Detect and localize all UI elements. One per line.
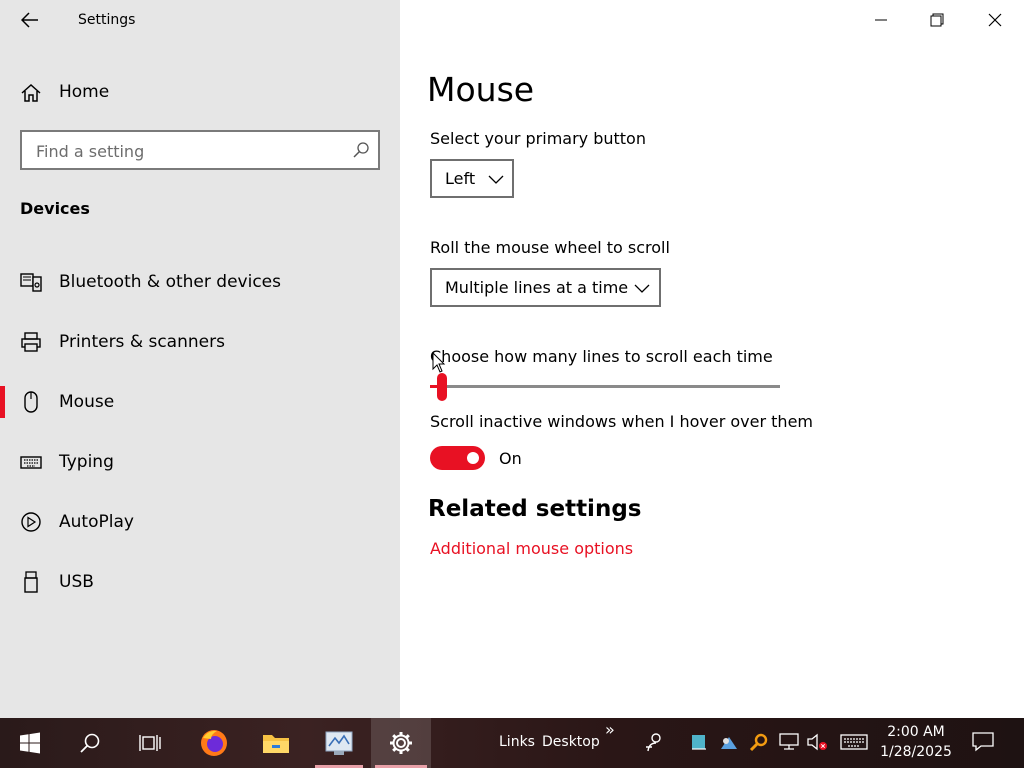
search-input[interactable] [36, 140, 336, 162]
folder-icon [263, 735, 289, 753]
taskbar-firefox[interactable] [186, 718, 242, 768]
lines-slider-label: Choose how many lines to scroll each tim… [430, 347, 773, 366]
sidebar-item-bluetooth[interactable]: Bluetooth & other devices [0, 260, 400, 304]
nav-home-label: Home [59, 82, 110, 102]
app-title: Settings [78, 12, 136, 28]
sidebar-item-autoplay[interactable]: AutoPlay [0, 500, 400, 544]
taskbar-search-button[interactable] [62, 718, 118, 768]
taskbar-settings[interactable] [371, 718, 431, 768]
nav-home[interactable]: Home [0, 72, 400, 112]
primary-button-dropdown[interactable]: Left [430, 159, 514, 198]
inactive-scroll-toggle[interactable] [430, 446, 485, 470]
taskbar-clock[interactable]: 2:00 AM 1/28/2025 [876, 722, 956, 762]
system-app-icon [325, 731, 353, 755]
book-icon [692, 735, 706, 750]
network-icon [779, 733, 799, 750]
firefox-icon [201, 730, 227, 756]
sidebar-item-mouse[interactable]: Mouse [0, 380, 400, 424]
task-view-button[interactable] [122, 718, 178, 768]
chevron-down-icon [634, 284, 650, 293]
wheel-scroll-label: Roll the mouse wheel to scroll [430, 238, 670, 257]
wheel-scroll-value: Multiple lines at a time [445, 278, 629, 297]
start-button[interactable] [2, 718, 58, 768]
autoplay-icon [21, 512, 41, 532]
touch-keyboard-button[interactable] [839, 731, 869, 753]
task-view-icon [139, 735, 161, 751]
minimize-button[interactable] [858, 0, 904, 40]
related-settings-title: Related settings [428, 496, 642, 522]
search-icon [80, 733, 100, 753]
sidebar-item-label: Printers & scanners [59, 332, 225, 352]
windows-logo-icon [20, 732, 40, 754]
chevron-down-icon [488, 175, 504, 184]
additional-mouse-options-link[interactable]: Additional mouse options [430, 539, 633, 558]
mouse-icon [24, 391, 38, 413]
sidebar-item-label: Mouse [59, 392, 115, 412]
toolbar-links[interactable]: Links [499, 734, 535, 750]
page-title: Mouse [427, 70, 535, 109]
search-box[interactable] [20, 130, 380, 170]
close-button[interactable] [972, 0, 1018, 40]
tray-app-3[interactable] [748, 731, 770, 753]
primary-button-label: Select your primary button [430, 129, 646, 148]
people-button[interactable] [643, 731, 665, 753]
notification-icon [972, 732, 994, 752]
toolbar-overflow-chevron[interactable]: » [605, 720, 615, 739]
network-button[interactable] [778, 731, 800, 753]
sidebar-item-label: Typing [59, 452, 114, 472]
minimize-icon [875, 19, 887, 21]
clock-date: 1/28/2025 [880, 744, 952, 760]
primary-button-value: Left [445, 169, 476, 188]
search-icon[interactable] [352, 141, 370, 159]
toggle-knob [467, 452, 479, 464]
printer-icon [21, 332, 41, 352]
back-button[interactable] [14, 6, 46, 34]
usb-icon [24, 571, 38, 593]
tray-app-1[interactable] [688, 731, 710, 753]
restore-button[interactable] [914, 0, 960, 40]
bluetooth-devices-icon [20, 273, 42, 292]
taskbar-file-explorer[interactable] [248, 718, 304, 768]
clock-time: 2:00 AM [887, 724, 945, 740]
settings-sidebar: Settings Home Devices Bluetooth & other … [0, 0, 400, 718]
restore-icon [930, 13, 944, 27]
close-icon [988, 13, 1002, 27]
keyboard-icon [840, 734, 868, 750]
mouse-pointer-icon [432, 352, 446, 373]
taskbar: Links Desktop » 2:00 AM 1/28/2025 [0, 718, 1024, 768]
home-icon [21, 83, 41, 102]
volume-muted-icon [807, 733, 827, 751]
action-center-button[interactable] [972, 731, 994, 753]
keyboard-icon [20, 456, 42, 469]
people-icon [646, 733, 661, 752]
volume-button[interactable] [806, 731, 828, 753]
sidebar-item-printers[interactable]: Printers & scanners [0, 320, 400, 364]
inactive-scroll-label: Scroll inactive windows when I hover ove… [430, 412, 813, 431]
sidebar-item-label: USB [59, 572, 94, 592]
wheel-scroll-dropdown[interactable]: Multiple lines at a time [430, 268, 661, 307]
toolbar-desktop[interactable]: Desktop [542, 734, 600, 750]
section-title: Devices [20, 199, 90, 218]
sidebar-item-label: Bluetooth & other devices [59, 272, 281, 292]
toggle-state-text: On [499, 449, 522, 468]
sidebar-item-typing[interactable]: Typing [0, 440, 400, 484]
gear-icon [390, 732, 412, 754]
lines-slider[interactable] [430, 385, 780, 388]
taskbar-system-app[interactable] [311, 718, 367, 768]
sidebar-item-usb[interactable]: USB [0, 560, 400, 604]
network-tool-icon [721, 737, 737, 749]
tray-app-2[interactable] [718, 731, 740, 753]
lines-slider-thumb[interactable] [437, 373, 447, 401]
sidebar-item-label: AutoPlay [59, 512, 134, 532]
back-arrow-icon [21, 12, 38, 28]
magnifier-icon [749, 733, 768, 752]
